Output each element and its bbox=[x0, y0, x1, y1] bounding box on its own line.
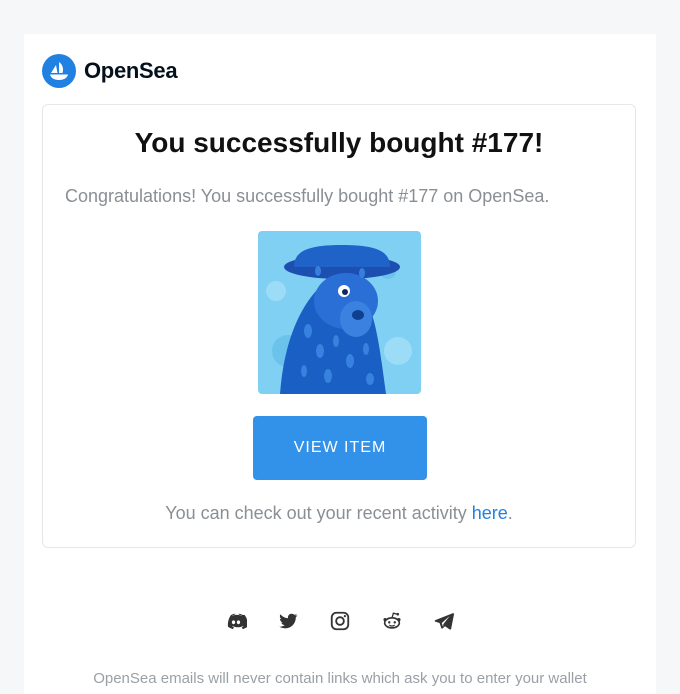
social-links bbox=[24, 608, 656, 634]
activity-suffix: . bbox=[507, 503, 513, 523]
opensea-logo-icon bbox=[42, 54, 76, 88]
activity-text: You can check out your recent activity h… bbox=[43, 503, 635, 524]
purchase-card: You successfully bought #177! Congratula… bbox=[42, 104, 636, 548]
activity-prefix: You can check out your recent activity bbox=[165, 503, 472, 523]
brand-name: OpenSea bbox=[84, 58, 178, 83]
footer-notice: OpenSea emails will never contain links … bbox=[93, 670, 587, 687]
brand-header[interactable]: OpenSea bbox=[42, 54, 178, 88]
email-container: OpenSea You successfully bought #177! Co… bbox=[24, 34, 656, 694]
discord-icon[interactable] bbox=[223, 608, 249, 634]
view-item-button[interactable]: VIEW ITEM bbox=[253, 416, 427, 480]
instagram-icon[interactable] bbox=[327, 608, 353, 634]
card-message: Congratulations! You successfully bought… bbox=[65, 186, 550, 206]
activity-here-link[interactable]: here bbox=[472, 503, 508, 523]
telegram-icon[interactable] bbox=[431, 608, 457, 634]
reddit-icon[interactable] bbox=[379, 608, 405, 634]
card-title: You successfully bought #177! bbox=[134, 127, 544, 158]
twitter-icon[interactable] bbox=[275, 608, 301, 634]
nft-bear-image[interactable] bbox=[258, 231, 421, 394]
